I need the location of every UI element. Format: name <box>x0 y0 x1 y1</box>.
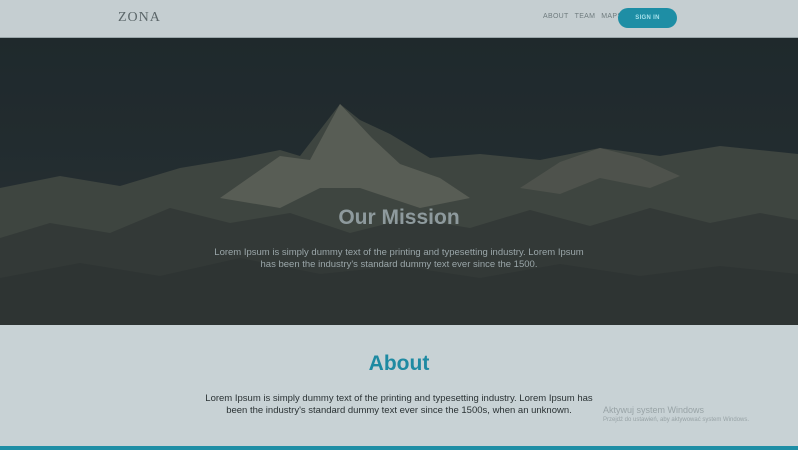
site-logo[interactable]: ZONA <box>118 10 161 26</box>
about-description: Lorem Ipsum is simply dummy text of the … <box>205 393 593 416</box>
about-title: About <box>368 352 430 375</box>
nav-item-team[interactable]: TEAM <box>575 13 596 20</box>
sign-in-button[interactable]: SIGN IN <box>618 8 677 28</box>
hero-description: Lorem Ipsum is simply dummy text of the … <box>214 247 584 270</box>
windows-activation-watermark: Aktywuj system Windows Przejdź do ustawi… <box>603 405 749 423</box>
hero-section: Our Mission Lorem Ipsum is simply dummy … <box>0 38 798 325</box>
footer-accent-bar <box>0 446 798 450</box>
hero-title: Our Mission <box>338 206 460 229</box>
about-section: About Lorem Ipsum is simply dummy text o… <box>0 325 798 446</box>
mountain-background-image <box>0 38 798 325</box>
top-navbar: ZONA ABOUT TEAM MAPS SIGN IN <box>0 0 798 38</box>
nav-item-about[interactable]: ABOUT <box>543 13 569 20</box>
watermark-line-2: Przejdź do ustawień, aby aktywować syste… <box>603 417 750 423</box>
watermark-line-1: Aktywuj system Windows <box>603 405 705 415</box>
main-nav: ABOUT TEAM MAPS <box>543 13 622 20</box>
